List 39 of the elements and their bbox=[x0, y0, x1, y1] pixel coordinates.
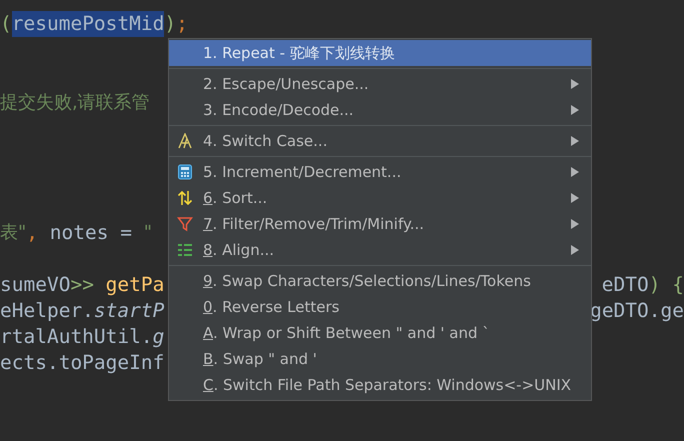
static-call: g bbox=[152, 324, 164, 350]
bracket: >> bbox=[70, 272, 94, 298]
code-text: eHelper. bbox=[0, 298, 94, 324]
menu-item[interactable]: 0. Reverse Letters bbox=[169, 294, 591, 320]
menu-item[interactable]: 4. Switch Case... bbox=[169, 128, 591, 154]
string-literal: 提交失败,请联系管 bbox=[0, 91, 150, 115]
string-literal: 表" bbox=[0, 221, 26, 245]
menu-item[interactable]: 1. Repeat - 驼峰下划线转换 bbox=[169, 40, 591, 66]
selected-code: resumePostMid bbox=[12, 11, 164, 37]
align-icon bbox=[177, 242, 193, 258]
code-text: rtalAuthUtil. bbox=[0, 324, 153, 350]
string-literal: " bbox=[144, 221, 152, 245]
menu-item[interactable]: A. Wrap or Shift Between " and ' and ` bbox=[169, 320, 591, 346]
menu-item[interactable]: 3. Encode/Decode... bbox=[169, 97, 591, 123]
code-text: eDTO bbox=[602, 272, 649, 298]
calculator-icon bbox=[177, 164, 193, 180]
code-text: ects.toPageInf bbox=[0, 350, 164, 376]
filter-icon bbox=[177, 216, 193, 232]
bracket: ) bbox=[648, 272, 661, 298]
punctuation: ; bbox=[176, 11, 188, 37]
method-name: getPa bbox=[104, 272, 164, 298]
menu-item[interactable]: 5. Increment/Decrement... bbox=[169, 159, 591, 185]
menu-item[interactable]: C. Switch File Path Separators: Windows<->UNIX bbox=[169, 372, 591, 398]
bracket: ( bbox=[0, 11, 12, 37]
sort-icon bbox=[177, 190, 193, 206]
code-text: sumeVO bbox=[0, 272, 70, 298]
static-call: startP bbox=[94, 298, 164, 324]
menu-item[interactable]: 7. Filter/Remove/Trim/Minify... bbox=[169, 211, 591, 237]
menu-item[interactable]: 2. Escape/Unescape... bbox=[169, 71, 591, 97]
menu-item[interactable]: 9. Swap Characters/Selections/Lines/Tokens bbox=[169, 268, 591, 294]
font-icon bbox=[177, 133, 193, 149]
bracket: { bbox=[671, 272, 684, 298]
menu-item[interactable]: 6. Sort... bbox=[169, 185, 591, 211]
code-text: notes = bbox=[48, 220, 133, 246]
menu-item[interactable]: 8. Align... bbox=[169, 237, 591, 263]
bracket: ) bbox=[164, 11, 176, 37]
punctuation: , bbox=[26, 220, 38, 246]
code-text: geDTO.ge bbox=[590, 298, 684, 324]
menu-item[interactable]: B. Swap " and ' bbox=[169, 346, 591, 372]
